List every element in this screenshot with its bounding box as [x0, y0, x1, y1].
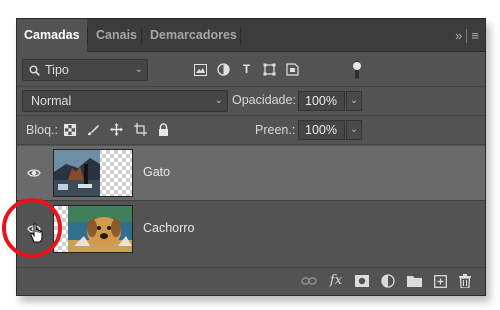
- adjustment-layer-filter-icon[interactable]: [217, 63, 230, 76]
- chevron-down-icon: ⌄: [349, 95, 359, 106]
- layer-name-gato[interactable]: Gato: [143, 165, 170, 179]
- add-mask-icon[interactable]: [355, 275, 369, 287]
- search-icon: [29, 65, 40, 76]
- shape-layer-filter-icon[interactable]: [263, 63, 276, 76]
- fill-input[interactable]: 100%: [298, 120, 345, 140]
- divider: [17, 200, 485, 201]
- hand-cursor-icon: [30, 223, 43, 243]
- opacity-label: Opacidade:: [232, 93, 296, 107]
- tab-demarcadores[interactable]: Demarcadores: [143, 19, 244, 52]
- layer-row-cachorro[interactable]: Cachorro: [17, 202, 485, 256]
- lock-transparent-pixels-icon[interactable]: [64, 123, 76, 136]
- lock-image-pixels-icon[interactable]: [87, 124, 99, 136]
- adjustment-layer-icon[interactable]: [381, 274, 395, 288]
- blend-mode-dropdown[interactable]: Normal ⌄: [22, 90, 228, 112]
- lock-artboard-icon[interactable]: [134, 123, 147, 136]
- chevron-down-icon: ⌄: [134, 64, 143, 75]
- tab-divider: [240, 27, 241, 44]
- layer-thumbnail-gato: [53, 149, 133, 197]
- tab-divider: [87, 27, 88, 44]
- hamburger-menu-icon[interactable]: ≡: [471, 28, 479, 43]
- new-group-icon[interactable]: [407, 275, 422, 287]
- eye-icon[interactable]: [27, 166, 41, 180]
- dog-image-preview: [68, 206, 132, 252]
- tab-bar: Camadas Canais Demarcadores » ≡: [17, 19, 485, 53]
- smart-object-filter-icon[interactable]: [286, 63, 299, 76]
- trash-icon[interactable]: [459, 274, 471, 288]
- fill-label: Preen.:: [255, 123, 296, 137]
- divider: [17, 144, 485, 145]
- tab-camadas[interactable]: Camadas: [17, 19, 87, 53]
- divider: [17, 115, 485, 116]
- pixel-layer-filter-icon[interactable]: [194, 63, 207, 76]
- type-layer-filter-icon[interactable]: T: [240, 63, 253, 76]
- lock-label: Bloq.:: [26, 123, 58, 137]
- opacity-slider-toggle[interactable]: ⌄: [346, 91, 362, 111]
- divider: [17, 86, 485, 87]
- fx-icon[interactable]: fx: [329, 274, 343, 288]
- fill-slider-toggle[interactable]: ⌄: [346, 120, 362, 140]
- divider: [466, 28, 468, 43]
- tab-canais[interactable]: Canais: [89, 19, 144, 52]
- new-layer-icon[interactable]: [434, 274, 447, 288]
- panel-controls: » ≡: [455, 19, 479, 52]
- cat-image-preview: [54, 150, 100, 196]
- filter-toggle-icon[interactable]: [352, 59, 362, 81]
- panel-footer: fx: [17, 267, 485, 295]
- link-layers-icon[interactable]: [301, 274, 317, 288]
- filter-type-dropdown[interactable]: Tipo ⌄: [22, 59, 148, 81]
- filter-icons: T: [194, 63, 299, 76]
- filter-type-label: Tipo: [45, 63, 69, 77]
- layer-row-gato[interactable]: Gato: [17, 146, 485, 200]
- blend-mode-value: Normal: [31, 94, 72, 108]
- tab-divider: [141, 27, 142, 44]
- lock-position-icon[interactable]: [110, 123, 123, 136]
- double-chevron-right-icon[interactable]: »: [455, 28, 462, 43]
- layers-panel: Camadas Canais Demarcadores » ≡ Tipo ⌄ T…: [16, 18, 486, 296]
- chevron-down-icon: ⌄: [349, 124, 359, 135]
- layer-thumbnail-cachorro: [53, 205, 133, 253]
- chevron-down-icon: ⌄: [214, 95, 223, 106]
- lock-all-icon[interactable]: [158, 123, 169, 136]
- layer-name-cachorro[interactable]: Cachorro: [143, 221, 194, 235]
- lock-icons: [64, 123, 169, 136]
- footer-icons: fx: [301, 274, 471, 288]
- opacity-input[interactable]: 100%: [298, 91, 345, 111]
